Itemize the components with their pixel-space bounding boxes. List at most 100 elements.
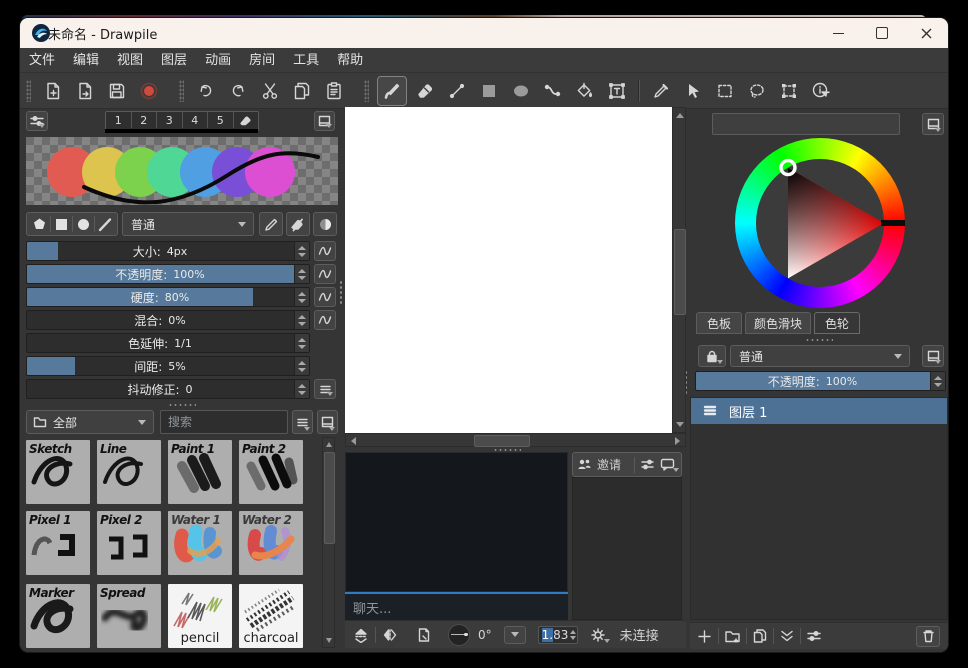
hardness-curve-button[interactable] [314, 287, 336, 307]
brush-mode-draw-button[interactable] [259, 212, 283, 236]
view-settings-button[interactable] [590, 627, 606, 643]
merge-layer-button[interactable] [779, 629, 795, 643]
brush-preset-pencil[interactable]: pencil [168, 584, 232, 648]
line-tool-button[interactable] [443, 77, 471, 105]
slider-spinbox[interactable] [930, 372, 945, 390]
color-dock-float-button[interactable] [922, 113, 944, 135]
stabilizer-menu-button[interactable] [314, 379, 336, 399]
invite-people-icon[interactable] [577, 458, 592, 471]
close-button[interactable] [904, 18, 948, 48]
session-settings-icon[interactable] [640, 458, 655, 471]
paste-button[interactable] [320, 77, 348, 105]
brush-tool-button[interactable] [377, 76, 407, 106]
slider-spinbox[interactable] [294, 357, 309, 375]
rotation-dropdown-button[interactable] [504, 626, 526, 644]
brush-preset-water1[interactable]: Water 1 [168, 511, 232, 575]
bezier-tool-button[interactable] [539, 77, 567, 105]
add-group-button[interactable] [724, 629, 741, 644]
minimize-button[interactable] [816, 18, 860, 48]
brush-opacity-slider[interactable]: 不透明度:100% [26, 264, 310, 284]
layer-lock-button[interactable] [698, 345, 726, 367]
brush-preset-charcoal[interactable]: charcoal [239, 584, 303, 648]
menu-edit[interactable]: 编辑 [64, 49, 108, 72]
brush-preset-marker[interactable]: Marker [26, 584, 90, 648]
menu-animation[interactable]: 动画 [196, 49, 240, 72]
toolbar-drag-handle[interactable] [179, 80, 184, 102]
transform-tool-button[interactable] [775, 77, 803, 105]
size-curve-button[interactable] [314, 241, 336, 261]
brush-preset-spread[interactable]: Spread [97, 584, 161, 648]
flip-vertical-button[interactable] [353, 627, 369, 643]
invite-button[interactable]: 邀请 [597, 456, 621, 473]
flip-horizontal-button[interactable] [382, 627, 398, 643]
brush-preset-water2[interactable]: Water 2 [239, 511, 303, 575]
scrollbar-thumb[interactable] [474, 435, 530, 447]
menu-help[interactable]: 帮助 [328, 49, 372, 72]
layer-opacity-slider[interactable]: 不透明度:100% [695, 371, 946, 391]
slider-spinbox[interactable] [294, 265, 309, 283]
saturation-value-triangle[interactable] [735, 138, 905, 308]
brush-stabilizer-slider[interactable]: 抖动修正:0 [26, 379, 310, 399]
preset-dock-float-button[interactable] [317, 410, 338, 434]
eraser-tool-button[interactable] [411, 77, 439, 105]
chat-messages[interactable] [345, 452, 568, 592]
preset-folder-dropdown[interactable]: 全部 [26, 410, 154, 434]
brush-slot-4[interactable]: 4 [183, 112, 209, 128]
scroll-down-arrow[interactable] [676, 422, 684, 427]
brush-shape-stroke-icon[interactable] [98, 217, 113, 232]
tab-color-sliders[interactable]: 颜色滑块 [745, 312, 811, 334]
brush-shape-blob-icon[interactable] [32, 217, 47, 232]
toolbar-drag-handle[interactable] [364, 80, 369, 102]
brush-slot-1[interactable]: 1 [106, 112, 132, 128]
menu-file[interactable]: 文件 [20, 49, 64, 72]
selection-arrow-tool-button[interactable] [679, 77, 707, 105]
scroll-up-arrow[interactable] [326, 442, 332, 447]
layer-blend-mode-dropdown[interactable]: 普通 [730, 345, 910, 367]
text-tool-button[interactable] [603, 77, 631, 105]
dock-splitter-handle[interactable] [805, 338, 833, 342]
brush-preset-line[interactable]: Line [97, 440, 161, 504]
layer-properties-button[interactable] [806, 629, 822, 643]
redo-button[interactable] [224, 77, 252, 105]
scrollbar-thumb[interactable] [324, 452, 335, 544]
preset-scrollbar[interactable] [322, 437, 335, 648]
chat-input[interactable]: 聊天... [345, 592, 568, 620]
lasso-select-tool-button[interactable] [743, 77, 771, 105]
rectangle-tool-button[interactable] [475, 77, 503, 105]
smudging-curve-button[interactable] [314, 310, 336, 330]
brush-mode-smudge-button[interactable] [313, 212, 337, 236]
color-wheel[interactable] [735, 138, 905, 308]
preset-search-input[interactable] [160, 410, 288, 434]
brush-slot-3[interactable]: 3 [157, 112, 183, 128]
copy-button[interactable] [288, 77, 316, 105]
slider-spinbox[interactable] [294, 288, 309, 306]
brush-smudging-slider[interactable]: 混合:0% [26, 310, 310, 330]
scrollbar-thumb[interactable] [674, 229, 686, 315]
brush-preset-pixel1[interactable]: Pixel 1 [26, 511, 90, 575]
maximize-button[interactable] [860, 18, 904, 48]
slider-spinbox[interactable] [294, 334, 309, 352]
canvas[interactable] [345, 107, 672, 433]
layer-row-selected[interactable]: 图层 1 [691, 398, 947, 424]
zoom-spin-arrows[interactable] [570, 627, 576, 643]
brush-shape-square-icon[interactable] [54, 217, 69, 232]
undo-button[interactable] [192, 77, 220, 105]
menu-tools[interactable]: 工具 [284, 49, 328, 72]
brush-hardness-slider[interactable]: 硬度:80% [26, 287, 310, 307]
cut-button[interactable] [256, 77, 284, 105]
brush-preset-sketch[interactable]: Sketch [26, 440, 90, 504]
user-list[interactable] [572, 477, 682, 620]
canvas-horizontal-scrollbar[interactable] [345, 433, 686, 447]
canvas-background-button[interactable] [416, 627, 432, 643]
brush-settings-button[interactable] [26, 111, 48, 131]
open-document-button[interactable] [71, 77, 99, 105]
rotation-dial[interactable] [448, 624, 470, 646]
brush-dock-float-button[interactable] [314, 111, 335, 131]
brush-shape-round-icon[interactable] [76, 217, 91, 232]
color-name-input[interactable] [712, 113, 900, 135]
preset-menu-button[interactable] [292, 410, 313, 434]
duplicate-layer-button[interactable] [752, 628, 768, 644]
dock-splitter-handle[interactable] [168, 403, 196, 407]
left-dock-splitter[interactable] [339, 280, 343, 306]
slider-spinbox[interactable] [294, 311, 309, 329]
